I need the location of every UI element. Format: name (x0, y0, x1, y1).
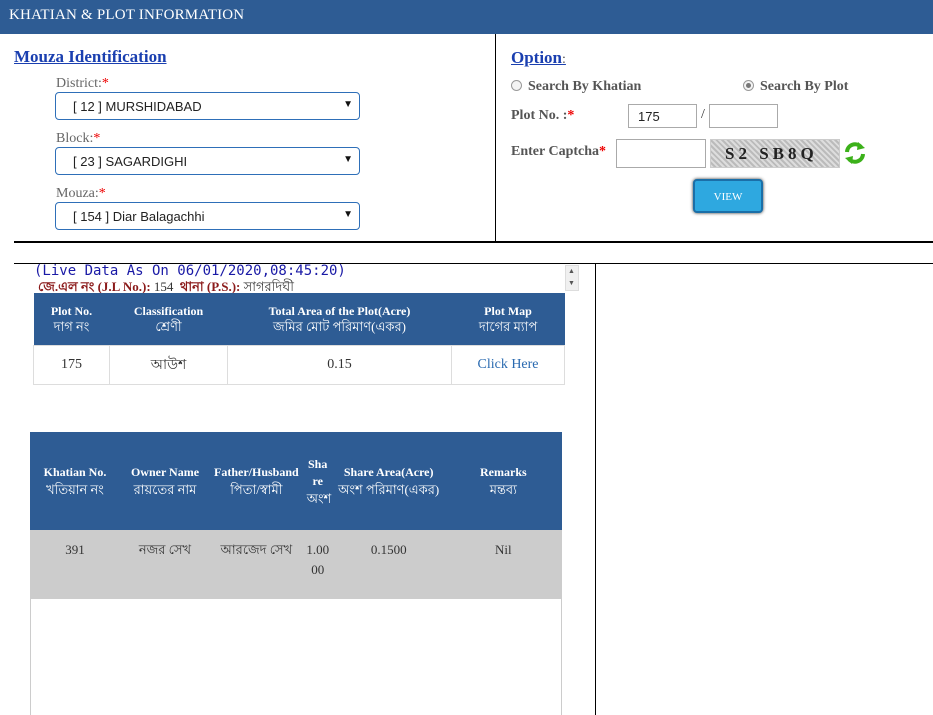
captcha-input[interactable] (616, 139, 706, 168)
column-header: Plot No. দাগ নং (33, 293, 110, 346)
scroll-down-icon[interactable]: ▼ (568, 279, 575, 287)
option-title: Option: (511, 48, 566, 67)
table-row: 391 নজর সেখ আরজেদ সেখ 1.0000 0.1500 Nil (30, 530, 562, 599)
dropdown-arrow-icon: ▼ (343, 99, 353, 110)
captcha-label: Enter Captcha* (511, 144, 607, 159)
dropdown-arrow-icon: ▼ (343, 209, 353, 220)
share-area-cell: 0.1500 (332, 530, 445, 599)
table-row: 175 আউশ 0.15 Click Here (33, 345, 565, 385)
father-cell: আরজেদ সেখ (210, 530, 303, 599)
district-select[interactable]: [ 12 ] MURSHIDABAD ▼ (55, 92, 360, 120)
result-scrollbar[interactable]: ▲ ▼ (565, 265, 579, 291)
search-by-khatian-radio[interactable] (511, 80, 522, 91)
scroll-up-icon[interactable]: ▲ (568, 267, 575, 275)
plot-no-input[interactable]: 175 (628, 104, 697, 128)
plot-map-link[interactable]: Click Here (477, 357, 538, 372)
column-divider (495, 34, 496, 242)
mouza-select[interactable]: [ 154 ] Diar Balagachhi ▼ (55, 202, 360, 230)
column-header: Share অংশ (302, 432, 333, 530)
owner-info-table: Khatian No. খতিয়ান নং Owner Name রায়তের … (30, 432, 562, 599)
live-data-timestamp: (Live Data As On 06/01/2020,08:45:20) (34, 263, 346, 279)
plot-info-table: Plot No. দাগ নং Classification শ্রেণী Tota… (33, 293, 565, 385)
area-cell: 0.15 (227, 345, 452, 385)
plot-no-label: Plot No. :* (511, 108, 575, 123)
column-header: Share Area(Acre) অংশ পরিমাণ(একর) (332, 432, 445, 530)
refresh-icon[interactable] (843, 140, 867, 166)
search-by-plot-label[interactable]: Search By Plot (760, 79, 848, 95)
district-label: District:* (56, 76, 109, 91)
column-header: Plot Map দাগের ম্যাপ (451, 293, 565, 346)
column-header: Khatian No. খতিয়ান নং (30, 432, 120, 530)
plot-map-cell: Click Here (451, 345, 565, 385)
column-header: Total Area of the Plot(Acre) জমির মোট পরি… (227, 293, 452, 346)
results-column-divider (595, 264, 596, 715)
block-select[interactable]: [ 23 ] SAGARDIGHI ▼ (55, 147, 360, 175)
classification-cell: আউশ (109, 345, 228, 385)
remarks-cell: Nil (444, 530, 562, 599)
block-label: Block:* (56, 131, 101, 146)
mouza-label: Mouza:* (56, 186, 106, 201)
share-cell: 1.0000 (302, 530, 333, 599)
section-divider (14, 241, 933, 243)
search-by-plot-radio[interactable] (743, 80, 754, 91)
table-header-row: Khatian No. খতিয়ান নং Owner Name রায়তের … (30, 432, 562, 530)
table-header-row: Plot No. দাগ নং Classification শ্রেণী Tota… (33, 293, 565, 346)
plot-separator: / (701, 107, 705, 122)
column-header: Remarks মন্তব্য (444, 432, 562, 530)
dropdown-arrow-icon: ▼ (343, 154, 353, 165)
page-title: KHATIAN & PLOT INFORMATION (9, 7, 245, 23)
captcha-image: S2 SB8Q (710, 139, 840, 168)
search-by-khatian-label[interactable]: Search By Khatian (528, 79, 641, 95)
view-button[interactable]: VIEW (693, 179, 763, 213)
column-header: Classification শ্রেণী (109, 293, 228, 346)
top-header-bar: KHATIAN & PLOT INFORMATION (0, 0, 933, 34)
khatian-no-cell: 391 (30, 530, 120, 599)
column-header: Owner Name রায়তের নাম (120, 432, 210, 530)
column-header: Father/Husband পিতা/স্বামী (210, 432, 303, 530)
owner-name-cell: নজর সেখ (120, 530, 210, 599)
mouza-identification-title: Mouza Identification (14, 47, 167, 66)
plot-sub-input[interactable] (709, 104, 778, 128)
owner-table-empty-area (30, 590, 562, 715)
plot-no-cell: 175 (33, 345, 110, 385)
